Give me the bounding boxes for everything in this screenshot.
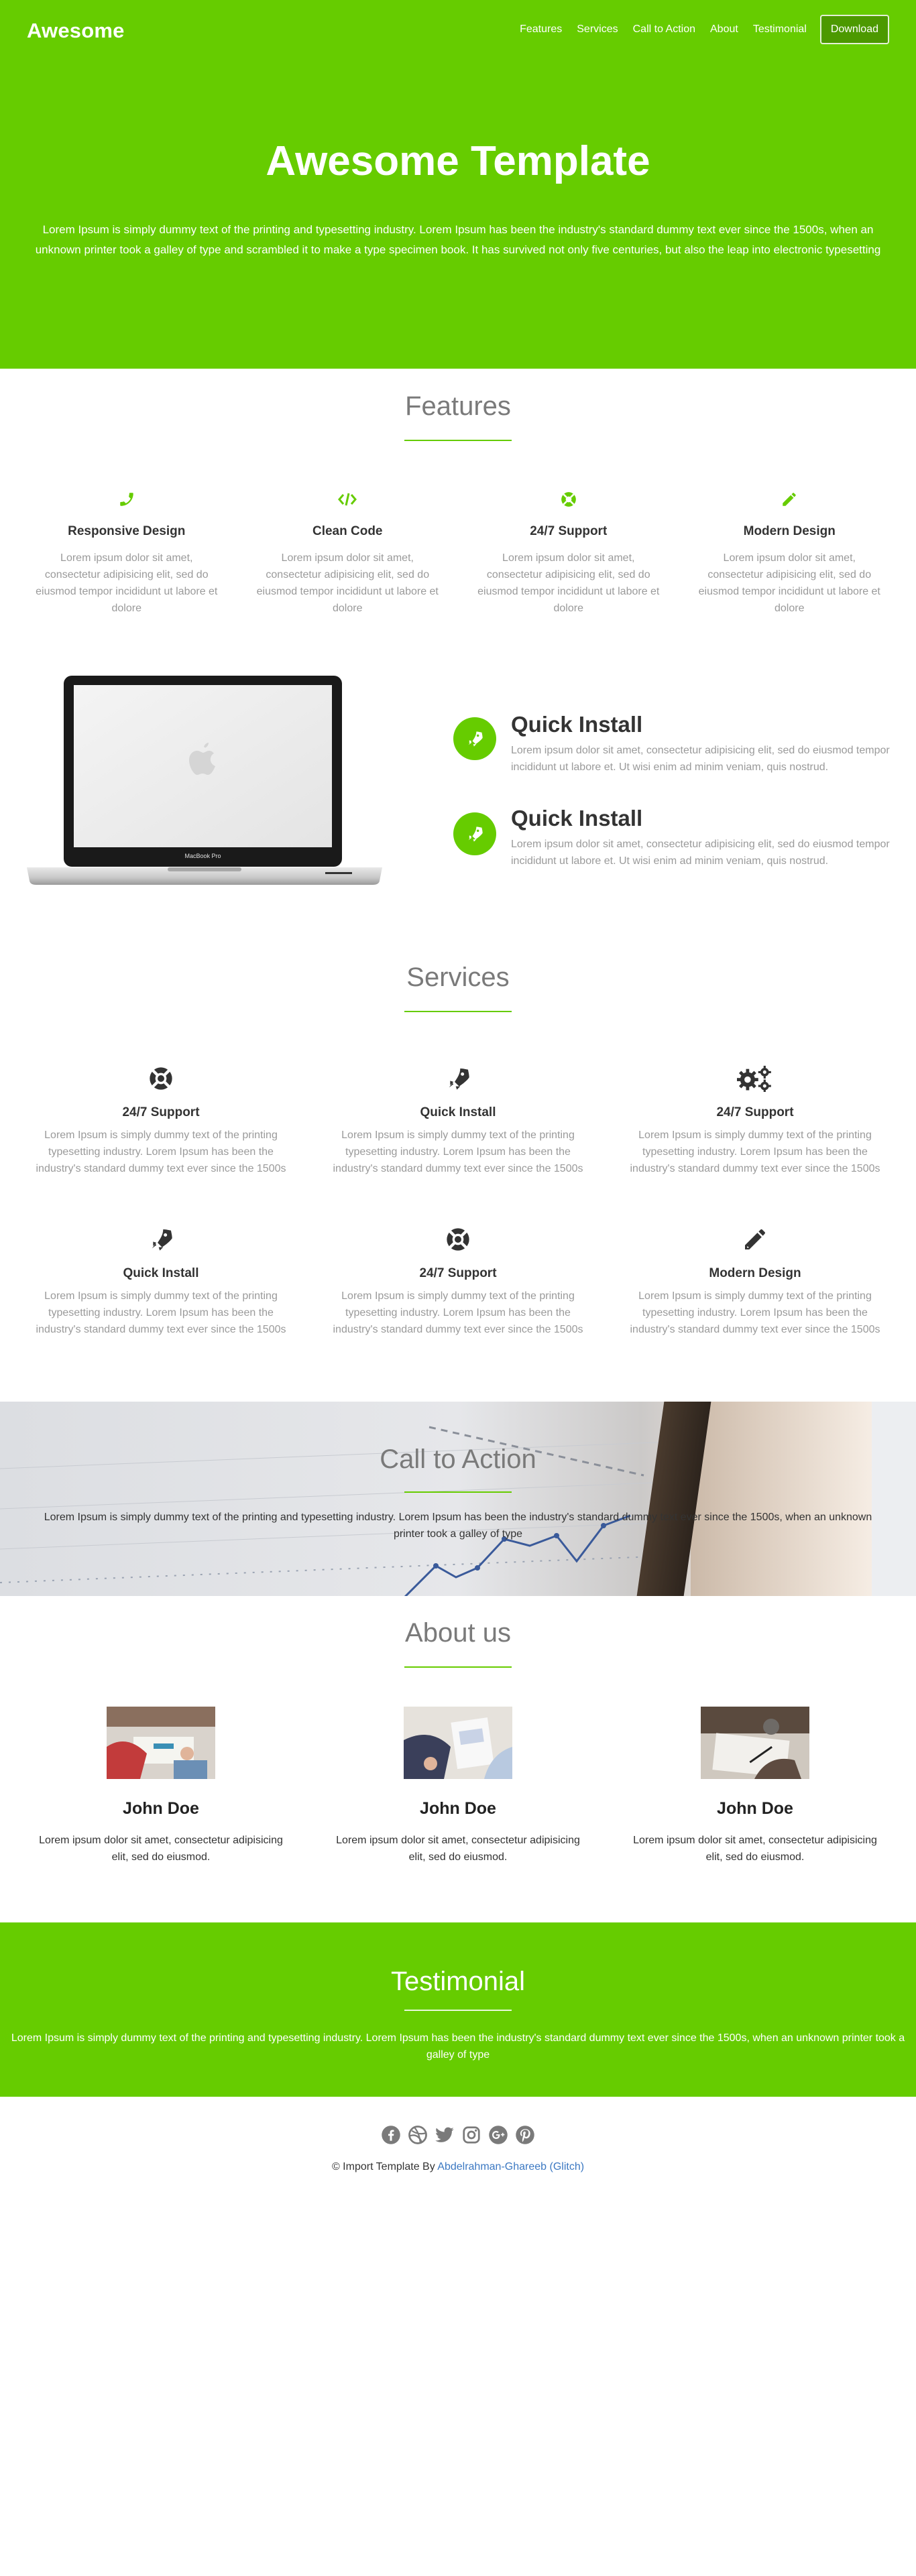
pencil-icon — [697, 491, 883, 511]
twitter-icon[interactable] — [435, 2125, 455, 2145]
features-grid: Responsive Design Lorem ipsum dolor sit … — [16, 491, 900, 617]
feature-text: Lorem ipsum dolor sit amet, consectetur … — [477, 552, 660, 614]
team-member-name: John Doe — [717, 1799, 793, 1818]
feature-card: Responsive Design Lorem ipsum dolor sit … — [16, 491, 237, 617]
feature-title: Modern Design — [743, 524, 836, 538]
rocket-icon — [453, 812, 496, 855]
quick-install-title: Quick Install — [511, 712, 643, 737]
service-card: Modern Design Lorem Ipsum is simply dumm… — [614, 1226, 896, 1338]
team-member-bio: Lorem ipsum dolor sit amet, consectetur … — [39, 1835, 283, 1863]
services-title: Services — [406, 963, 510, 992]
team-member-bio: Lorem ipsum dolor sit amet, consectetur … — [633, 1835, 877, 1863]
testimonial-title-underline — [404, 2010, 512, 2011]
copyright-label: © Import Template By — [331, 2161, 435, 2172]
chart-background-graphic — [0, 1426, 671, 1596]
copyright-text: © Import Template By Abdelrahman-Ghareeb… — [0, 2161, 916, 2173]
support-icon — [475, 491, 662, 511]
feature-title: 24/7 Support — [530, 524, 608, 538]
testimonial-text: Lorem Ipsum is simply dummy text of the … — [11, 2032, 905, 2061]
laptop-model-label: MacBook Pro — [184, 853, 221, 859]
service-card: Quick Install Lorem Ipsum is simply dumm… — [317, 1065, 599, 1177]
team-member-photo — [107, 1707, 215, 1779]
service-card: 24/7 Support Lorem Ipsum is simply dummy… — [20, 1065, 302, 1177]
gears-icon — [614, 1065, 896, 1092]
team-member-name: John Doe — [420, 1799, 496, 1818]
service-text: Lorem Ipsum is simply dummy text of the … — [36, 1290, 286, 1335]
service-title: 24/7 Support — [122, 1105, 200, 1119]
feature-title: Clean Code — [312, 524, 383, 538]
testimonial-title: Testimonial — [390, 1967, 526, 1996]
service-title: Quick Install — [123, 1266, 199, 1280]
rocket-icon — [453, 717, 496, 760]
testimonial-section: Testimonial Lorem Ipsum is simply dummy … — [0, 1922, 916, 2097]
cta-title-underline — [404, 1491, 512, 1493]
hero-section: Awesome Features Services Call to Action… — [0, 0, 916, 369]
service-text: Lorem Ipsum is simply dummy text of the … — [36, 1129, 286, 1174]
team-member-card: John Doe Lorem ipsum dolor sit amet, con… — [614, 1707, 896, 1865]
rocket-icon — [20, 1226, 302, 1253]
dribbble-icon[interactable] — [408, 2125, 428, 2145]
service-card: Quick Install Lorem Ipsum is simply dumm… — [20, 1226, 302, 1338]
quick-install-title: Quick Install — [511, 806, 643, 831]
feature-card: Modern Design Lorem ipsum dolor sit amet… — [679, 491, 901, 617]
pencil-icon — [614, 1226, 896, 1253]
facebook-icon[interactable] — [381, 2125, 401, 2145]
about-title: About us — [405, 1618, 511, 1648]
brand-logo[interactable]: Awesome — [27, 19, 125, 43]
social-links — [381, 2125, 535, 2145]
life-ring-icon — [317, 1226, 599, 1253]
team-member-bio: Lorem ipsum dolor sit amet, consectetur … — [336, 1835, 580, 1863]
feature-text: Lorem ipsum dolor sit amet, consectetur … — [36, 552, 218, 614]
service-text: Lorem Ipsum is simply dummy text of the … — [630, 1290, 880, 1335]
feature-text: Lorem ipsum dolor sit amet, consectetur … — [698, 552, 880, 614]
life-ring-icon — [20, 1065, 302, 1092]
feature-card: 24/7 Support Lorem ipsum dolor sit amet,… — [458, 491, 679, 617]
feature-text: Lorem ipsum dolor sit amet, consectetur … — [256, 552, 439, 614]
nav-link-call-to-action[interactable]: Call to Action — [633, 23, 695, 36]
cta-title: Call to Action — [380, 1445, 536, 1474]
team-member-name: John Doe — [123, 1799, 199, 1818]
quick-install-text: Lorem ipsum dolor sit amet, consectetur … — [511, 745, 890, 773]
feature-title: Responsive Design — [68, 524, 186, 538]
nav-link-about[interactable]: About — [710, 23, 738, 36]
instagram-icon[interactable] — [461, 2125, 481, 2145]
service-card: 24/7 Support Lorem Ipsum is simply dummy… — [317, 1226, 599, 1338]
cta-background-edge — [872, 1402, 916, 1596]
quick-install-text: Lorem ipsum dolor sit amet, consectetur … — [511, 839, 890, 867]
rocket-icon — [317, 1065, 599, 1092]
phone-icon — [34, 491, 220, 511]
team-member-photo — [404, 1707, 512, 1779]
nav-link-features[interactable]: Features — [520, 23, 562, 36]
service-text: Lorem Ipsum is simply dummy text of the … — [333, 1290, 583, 1335]
service-title: Modern Design — [709, 1266, 801, 1280]
main-nav: Features Services Call to Action About T… — [505, 15, 889, 44]
pinterest-icon[interactable] — [515, 2125, 535, 2145]
features-title-underline — [404, 440, 512, 441]
laptop-image: MacBook Pro — [27, 676, 382, 890]
team-member-photo — [701, 1707, 809, 1779]
hero-title: Awesome Template — [266, 138, 650, 184]
hero-text: Lorem Ipsum is simply dummy text of the … — [35, 223, 881, 256]
service-title: 24/7 Support — [716, 1105, 794, 1119]
service-text: Lorem Ipsum is simply dummy text of the … — [333, 1129, 583, 1174]
features-title: Features — [405, 391, 511, 421]
cta-text: Lorem Ipsum is simply dummy text of the … — [44, 1512, 872, 1540]
about-title-underline — [404, 1666, 512, 1668]
google-plus-icon[interactable] — [488, 2125, 508, 2145]
cta-background-panel — [691, 1402, 872, 1596]
team-member-card: John Doe Lorem ipsum dolor sit amet, con… — [20, 1707, 302, 1865]
service-title: 24/7 Support — [419, 1266, 497, 1280]
services-title-underline — [404, 1011, 512, 1012]
author-link[interactable]: Abdelrahman-Ghareeb (Glitch) — [437, 2161, 584, 2172]
nav-link-services[interactable]: Services — [577, 23, 618, 36]
service-title: Quick Install — [420, 1105, 496, 1119]
service-card: 24/7 Support Lorem Ipsum is simply dummy… — [614, 1065, 896, 1177]
nav-link-testimonial[interactable]: Testimonial — [753, 23, 807, 36]
download-button[interactable]: Download — [819, 15, 889, 44]
code-icon — [255, 491, 441, 511]
service-text: Lorem Ipsum is simply dummy text of the … — [630, 1129, 880, 1174]
cta-section: Call to Action Lorem Ipsum is simply dum… — [0, 1402, 916, 1596]
team-member-card: John Doe Lorem ipsum dolor sit amet, con… — [317, 1707, 599, 1865]
feature-card: Clean Code Lorem ipsum dolor sit amet, c… — [237, 491, 459, 617]
